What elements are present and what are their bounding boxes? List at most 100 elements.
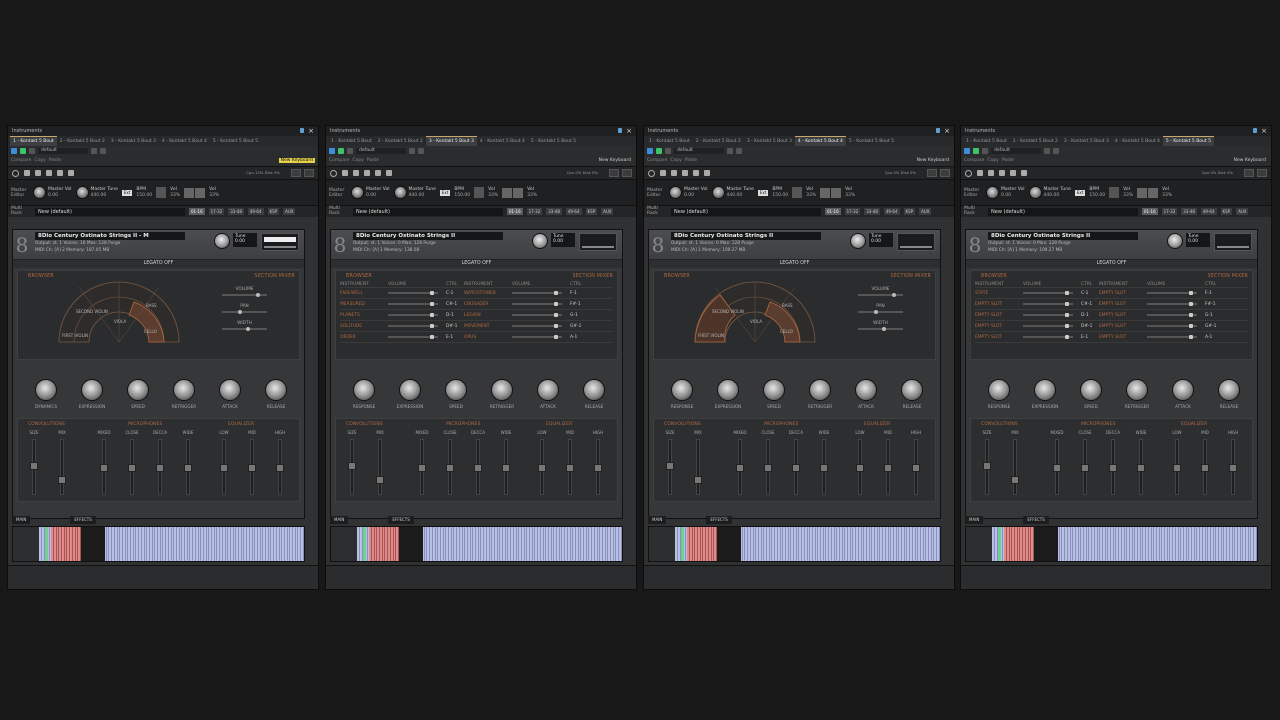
tab-instrument[interactable]: 2 - Kontakt 5 Bout 2 xyxy=(375,136,426,146)
tab-instrument[interactable]: 1 - Kontakt 5 Bout xyxy=(328,136,375,146)
table-row[interactable]: ORDER E-1 OPUS A-1 xyxy=(340,332,613,343)
fader-handle[interactable] xyxy=(538,464,546,472)
vol-value[interactable]: 33% xyxy=(1162,193,1172,198)
previous-preset-icon[interactable] xyxy=(91,148,97,154)
fader-handle[interactable] xyxy=(58,476,66,484)
fader[interactable] xyxy=(100,439,108,495)
volume-slider[interactable] xyxy=(1147,302,1197,306)
output-level-meter[interactable] xyxy=(579,233,617,251)
instrument-name[interactable]: 8Dio Century Ostinato Strings II xyxy=(988,232,1138,240)
piano-keys[interactable] xyxy=(39,527,304,561)
master-tune-knob[interactable] xyxy=(75,186,89,199)
fader-handle[interactable] xyxy=(418,464,426,472)
info-view-icon[interactable] xyxy=(1257,169,1267,177)
power-icon[interactable] xyxy=(964,148,970,154)
instrument-cell[interactable]: EMPTY SLOT xyxy=(1099,302,1147,307)
volume-handle[interactable] xyxy=(1065,335,1069,339)
section-selector-fan[interactable]: SECOND VIOLIN VIOLA BASS CELLO FIRST VIOLIN xyxy=(690,277,820,347)
bpm-value[interactable]: 150.00 xyxy=(772,193,788,198)
reference-volume-icon[interactable] xyxy=(195,187,206,198)
power-icon[interactable] xyxy=(11,148,17,154)
rack-view-icon[interactable] xyxy=(291,169,301,177)
instrument-cell[interactable]: CRUSADER xyxy=(464,302,512,307)
volume-slider[interactable] xyxy=(1023,324,1073,328)
piano-keys[interactable] xyxy=(992,527,1257,561)
page-tab[interactable]: MAIN xyxy=(12,516,31,524)
legato-toggle[interactable]: LEGATO OFF xyxy=(13,260,304,268)
fader-handle[interactable] xyxy=(694,476,702,484)
ctrl-cell[interactable]: E-1 xyxy=(1081,335,1099,340)
vol-value[interactable]: 33% xyxy=(845,193,855,198)
table-row[interactable]: MEASURED C#-1 CRUSADER F#-1 xyxy=(340,299,613,310)
volume-handle[interactable] xyxy=(1189,291,1193,295)
fader[interactable] xyxy=(538,439,546,495)
tab-instrument[interactable]: 3 - Kontakt 5 Bout 3 xyxy=(744,136,795,146)
fader-handle[interactable] xyxy=(1229,464,1237,472)
info-view-icon[interactable] xyxy=(304,169,314,177)
instrument-name[interactable]: 8Dio Century Ostinato Strings II xyxy=(353,232,503,240)
rack-page-button[interactable]: 33-48 xyxy=(546,208,562,215)
fan-label[interactable]: BASS xyxy=(146,303,157,308)
fader-handle[interactable] xyxy=(1173,464,1181,472)
instrument-cell[interactable]: EMPTY SLOT xyxy=(1099,291,1147,296)
table-row[interactable]: EMPTY SLOT D-1 EMPTY SLOT G-1 xyxy=(975,310,1248,321)
instrument-cell[interactable]: MOVEMENT xyxy=(464,324,512,329)
tab-instrument[interactable]: 2 - Kontakt 5 Bout 2 xyxy=(693,136,744,146)
instrument-cell[interactable]: EMPTY SLOT xyxy=(975,324,1023,329)
fader-handle[interactable] xyxy=(884,464,892,472)
fader[interactable] xyxy=(156,439,164,495)
volume-handle[interactable] xyxy=(1065,313,1069,317)
volume-slider[interactable] xyxy=(1147,313,1197,317)
section-mixer-tab[interactable]: SECTION MIXER xyxy=(573,274,613,279)
compare-button[interactable]: Compare xyxy=(964,158,984,163)
keyswitch-zone[interactable] xyxy=(1004,527,1034,561)
fader[interactable] xyxy=(1201,439,1209,495)
fader[interactable] xyxy=(566,439,574,495)
convolutions-menu[interactable]: CONVOLUTIONS xyxy=(664,422,701,427)
instrument-cell[interactable]: EMPTY SLOT xyxy=(975,313,1023,318)
table-row[interactable]: FAREWELL C-1 WATCHTOWER F-1 xyxy=(340,288,613,299)
rack-page-button[interactable]: 49-64 xyxy=(883,208,900,215)
performance-knob[interactable] xyxy=(1126,379,1148,401)
ctrl-cell[interactable]: A-1 xyxy=(1205,335,1219,340)
performance-knob[interactable] xyxy=(1172,379,1194,401)
fader[interactable] xyxy=(1081,439,1089,495)
slider-handle[interactable] xyxy=(238,310,242,314)
fader-handle[interactable] xyxy=(474,464,482,472)
volume-handle[interactable] xyxy=(554,335,558,339)
fader[interactable] xyxy=(1173,439,1181,495)
fader[interactable] xyxy=(736,439,744,495)
master-volume-knob[interactable] xyxy=(669,186,682,199)
volume-handle[interactable] xyxy=(1189,313,1193,317)
rack-page-button[interactable]: KSP xyxy=(903,208,916,215)
pitch-mod-wheels[interactable] xyxy=(331,527,357,561)
instrument-cell[interactable]: EMPTY SLOT xyxy=(1099,335,1147,340)
tab-instrument[interactable]: 5 - Kontakt 5 Bout 5 xyxy=(210,136,261,146)
ctrl-cell[interactable]: C#-1 xyxy=(446,302,464,307)
metronome-icon[interactable] xyxy=(474,187,485,198)
volume-slider[interactable] xyxy=(1023,313,1073,317)
rack-page-button[interactable]: KSP xyxy=(267,208,280,215)
volume-handle[interactable] xyxy=(554,291,558,295)
fader[interactable] xyxy=(594,439,602,495)
section-selector-fan[interactable]: SECOND VIOLIN VIOLA BASS CELLO FIRST VIOLIN xyxy=(54,277,184,347)
rack-page-button[interactable]: 33-48 xyxy=(864,208,880,215)
section-mixer-slider[interactable]: VOLUME xyxy=(858,287,903,297)
rack-page-button[interactable]: 01-16 xyxy=(507,208,523,215)
performance-knob[interactable] xyxy=(445,379,467,401)
section-mixer-tab[interactable]: SECTION MIXER xyxy=(255,274,295,279)
options-icon[interactable] xyxy=(671,170,677,176)
volume-slider[interactable] xyxy=(388,291,438,295)
piano-keys[interactable] xyxy=(675,527,940,561)
rack-page-button[interactable]: 17-32 xyxy=(844,208,861,215)
output-select[interactable]: Output: st. 1 xyxy=(35,241,62,246)
fader[interactable] xyxy=(418,439,426,495)
purge-icon[interactable] xyxy=(46,170,52,176)
tab-instrument[interactable]: 1 - Kontakt 5 Bout xyxy=(963,136,1010,146)
power-icon[interactable] xyxy=(329,148,335,154)
preset-dropdown[interactable]: default xyxy=(674,148,724,154)
copy-button[interactable]: Copy xyxy=(352,158,363,163)
slider-handle[interactable] xyxy=(256,293,260,297)
ext-button[interactable]: Ext xyxy=(757,189,769,196)
volume-handle[interactable] xyxy=(430,291,434,295)
